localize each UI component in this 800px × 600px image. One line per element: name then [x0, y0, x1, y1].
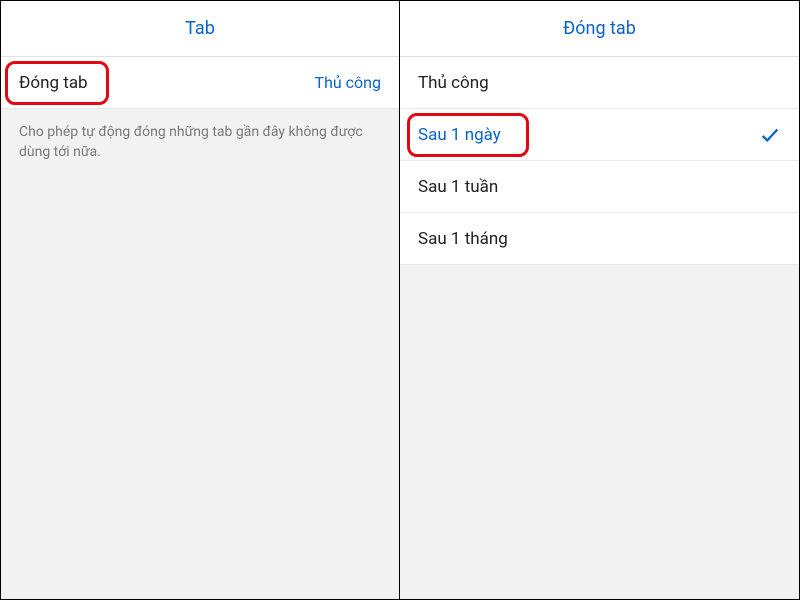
option-1-day[interactable]: Sau 1 ngày — [400, 109, 799, 161]
close-tabs-description: Cho phép tự động đóng những tab gần đây … — [1, 109, 399, 162]
left-header: Tab — [1, 1, 399, 57]
option-manual[interactable]: Thủ công — [400, 57, 799, 109]
option-label: Sau 1 tuần — [418, 177, 498, 197]
app-container: Tab Đóng tab Thủ công Cho phép tự động đ… — [0, 0, 800, 600]
option-label: Sau 1 ngày — [418, 125, 501, 145]
right-header: Đóng tab — [400, 1, 799, 57]
left-panel: Tab Đóng tab Thủ công Cho phép tự động đ… — [1, 1, 400, 599]
close-tabs-row-value: Thủ công — [315, 73, 381, 92]
option-1-week[interactable]: Sau 1 tuần — [400, 161, 799, 213]
right-header-title: Đóng tab — [563, 18, 636, 39]
right-panel: Đóng tab Thủ công Sau 1 ngày Sau 1 tuần … — [400, 1, 799, 599]
left-header-title: Tab — [185, 18, 215, 39]
option-label: Sau 1 tháng — [418, 229, 508, 249]
checkmark-icon — [759, 124, 781, 146]
option-label: Thủ công — [418, 73, 489, 93]
option-1-month[interactable]: Sau 1 tháng — [400, 213, 799, 265]
close-tabs-row[interactable]: Đóng tab Thủ công — [1, 57, 399, 109]
options-list: Thủ công Sau 1 ngày Sau 1 tuần Sau 1 thá… — [400, 57, 799, 265]
close-tabs-row-label: Đóng tab — [19, 73, 88, 93]
